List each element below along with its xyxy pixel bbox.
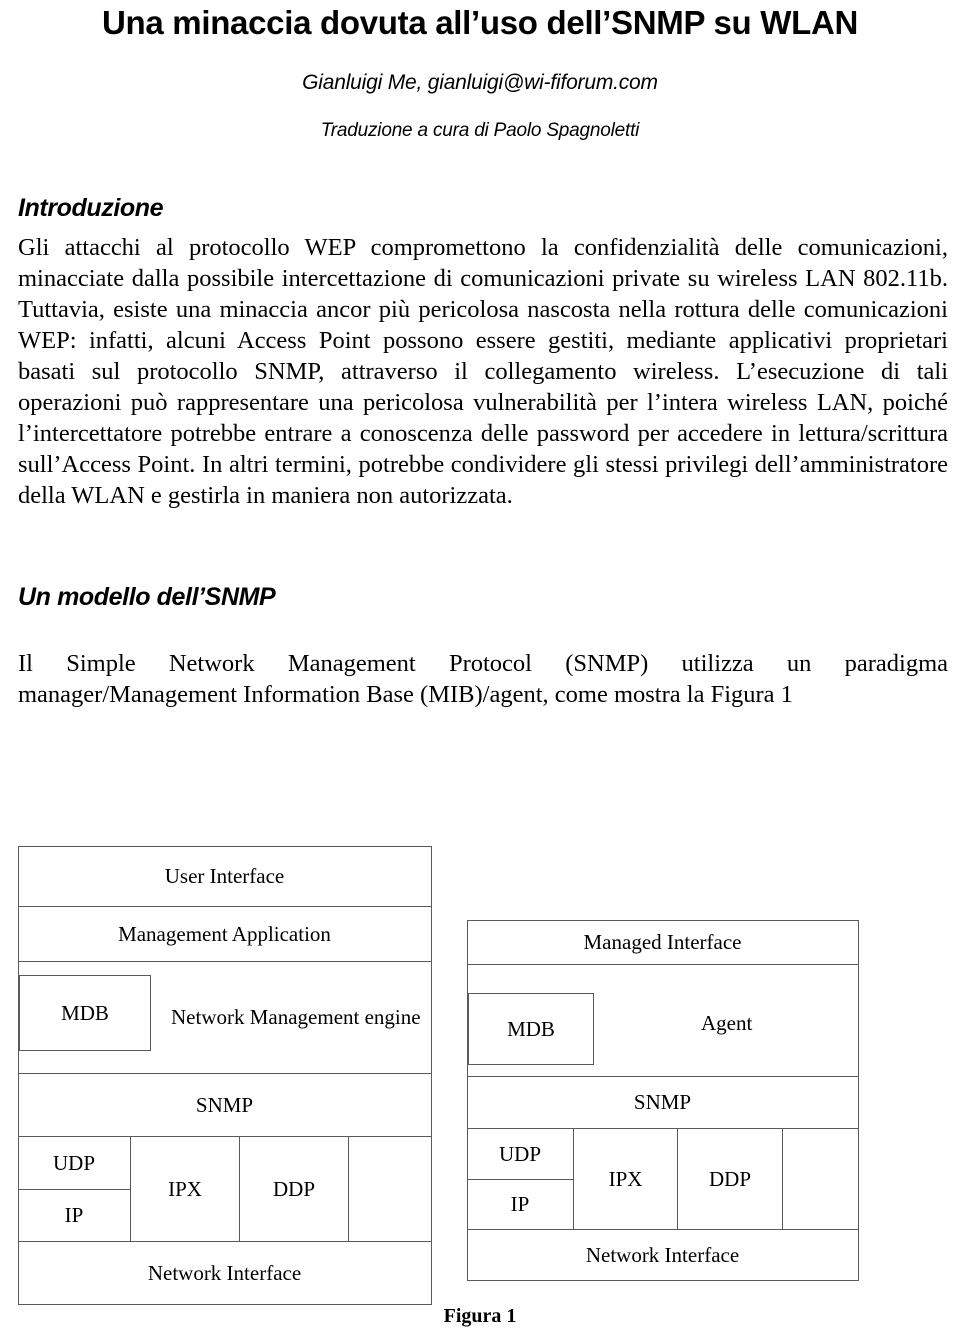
manager-ipx-box: IPX — [130, 1136, 240, 1242]
manager-layer-management-application: Management Application — [17, 906, 432, 962]
translator-line: Traduzione a cura di Paolo Spagnoletti — [320, 119, 640, 141]
manager-stack: User Interface Management Application MD… — [17, 845, 432, 1305]
manager-layer-network-interface: Network Interface — [17, 1241, 432, 1305]
agent-ip-box: IP — [466, 1179, 574, 1230]
manager-ip-box: IP — [17, 1189, 131, 1242]
document-page: Una minaccia dovuta all’uso dell’SNMP su… — [0, 0, 960, 1343]
agent-ddp-box: DDP — [677, 1128, 783, 1230]
agent-layer-snmp: SNMP — [466, 1076, 859, 1129]
page-title: Una minaccia dovuta all’uso dell’SNMP su… — [101, 4, 859, 41]
manager-mdb-box: MDB — [19, 975, 151, 1051]
agent-ipx-box: IPX — [573, 1128, 678, 1230]
author-line: Gianluigi Me, gianluigi@wi-fiforum.com — [302, 70, 658, 94]
section-heading-un-modello-dell-snmp: Un modello dell’SNMP — [18, 582, 276, 611]
agent-label: Agent — [701, 1011, 753, 1035]
manager-layer-user-interface: User Interface — [17, 845, 432, 908]
section-heading-introduzione: Introduzione — [18, 193, 164, 222]
agent-layer-network-interface: Network Interface — [466, 1229, 859, 1281]
agent-udp-box: UDP — [466, 1128, 574, 1180]
figure-snmp-model: User Interface Management Application MD… — [0, 820, 960, 1343]
section-paragraph-un-modello-dell-snmp: Il Simple Network Management Protocol (S… — [18, 649, 948, 708]
section-paragraph-introduzione: Gli attacchi al protocollo WEP compromet… — [18, 233, 948, 509]
manager-layer-snmp: SNMP — [17, 1073, 432, 1137]
figure-caption: Figura 1 — [443, 1305, 517, 1327]
agent-stack: Managed Interface MDB Agent SNMP UDP IP … — [466, 919, 859, 1281]
agent-mdb-box: MDB — [468, 993, 594, 1065]
manager-ddp-box: DDP — [239, 1136, 349, 1242]
manager-udp-box: UDP — [17, 1136, 131, 1190]
agent-layer-managed-interface: Managed Interface — [466, 919, 859, 966]
manager-engine-label: Network Management engine — [171, 1005, 421, 1029]
